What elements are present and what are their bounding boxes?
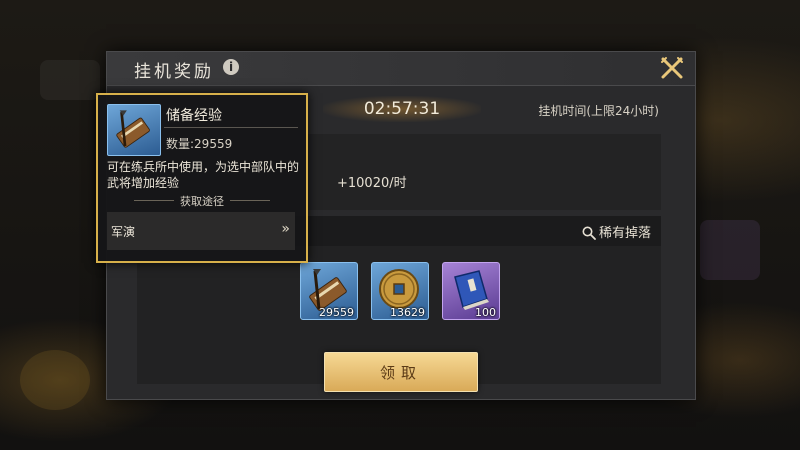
claim-button[interactable]: 领取 [324, 352, 478, 392]
divider [164, 127, 298, 128]
tooltip-item-name: 储备经验 [166, 108, 222, 124]
bg-decor [700, 220, 760, 280]
reward-rate-value: +10020/时 [337, 176, 407, 191]
war-scroll-icon [116, 110, 150, 148]
reward-item-exp[interactable]: 29559 [300, 262, 358, 320]
timer-bar: 02:57:31 [323, 96, 481, 122]
item-count: 100 [475, 306, 496, 319]
idle-timer: 02:57:31 [363, 99, 441, 119]
search-icon [582, 226, 596, 240]
reward-item-book[interactable]: 100 [442, 262, 500, 320]
close-icon [661, 57, 683, 79]
reward-item-coin[interactable]: 13629 [371, 262, 429, 320]
obtain-way-heading: 获取途径 [98, 193, 306, 209]
source-military-drill[interactable]: 军演 » [107, 212, 295, 250]
tooltip-item-description: 可在练兵所中使用，为选中部队中的武将增加经验 [107, 160, 300, 190]
bg-decor [40, 60, 100, 100]
close-button[interactable] [659, 55, 685, 81]
bg-decor [20, 350, 90, 410]
claim-button-label: 领取 [379, 364, 422, 382]
idle-limit-text: 挂机时间(上限24小时) [538, 104, 659, 118]
rare-drop-button[interactable]: 稀有掉落 [582, 222, 651, 241]
tooltip-item-quantity: 数量:29559 [166, 137, 233, 151]
panel-header: 挂机奖励 i [107, 52, 695, 86]
info-icon[interactable]: i [223, 59, 239, 75]
item-count: 13629 [390, 306, 425, 319]
item-count: 29559 [319, 306, 354, 319]
double-chevron-right-icon: » [281, 221, 289, 237]
item-tooltip: 储备经验 数量:29559 可在练兵所中使用，为选中部队中的武将增加经验 获取途… [96, 93, 308, 263]
source-label: 军演 [111, 225, 136, 239]
panel-title: 挂机奖励 [134, 62, 214, 82]
tooltip-item-icon [107, 104, 161, 156]
rare-drop-label: 稀有掉落 [598, 226, 651, 241]
